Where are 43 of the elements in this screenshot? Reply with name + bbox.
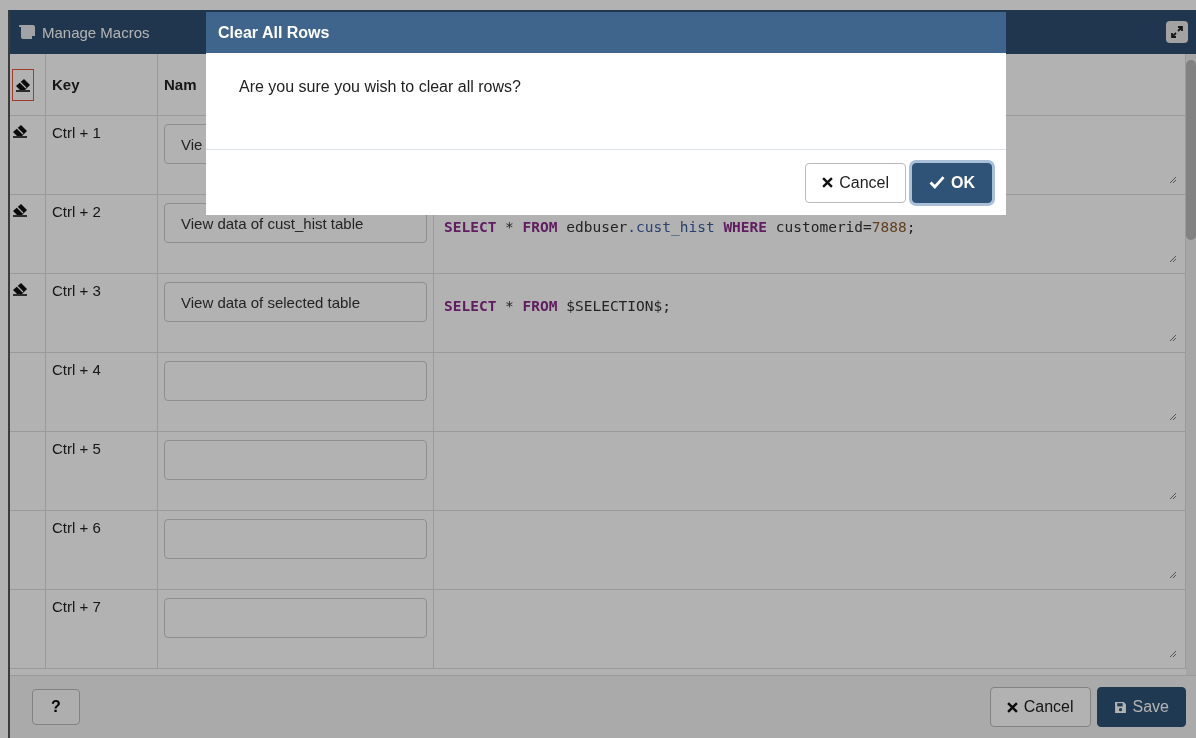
checkmark-icon [929, 176, 945, 189]
name-field[interactable] [164, 598, 427, 638]
key-label: Ctrl + 6 [52, 519, 101, 536]
cancel-button[interactable]: Cancel [989, 687, 1091, 727]
help-button[interactable]: ? [32, 689, 80, 725]
resize-grip-icon[interactable] [1169, 176, 1177, 184]
confirm-message: Are you sure you wish to clear all rows? [239, 78, 521, 95]
cancel-button[interactable]: Cancel [805, 162, 906, 203]
save-button[interactable]: Save [1096, 687, 1186, 727]
eraser-icon[interactable] [12, 124, 28, 138]
key-label: Ctrl + 5 [52, 440, 101, 457]
key-label: Ctrl + 2 [52, 203, 101, 220]
eraser-icon[interactable] [12, 203, 28, 217]
column-header: Nam [164, 76, 197, 93]
key-label: Ctrl + 4 [52, 361, 101, 378]
name-field[interactable] [164, 519, 427, 559]
scroll-icon [18, 24, 36, 40]
resize-grip-icon[interactable] [1169, 413, 1177, 421]
resize-grip-icon[interactable] [1169, 255, 1177, 263]
key-label: Ctrl + 7 [52, 598, 101, 615]
dialog-title: Manage Macros [42, 23, 150, 41]
expand-button[interactable] [1166, 21, 1188, 43]
sql-text: SELECT * FROM $SELECTION$; [444, 298, 672, 314]
ok-button[interactable]: OK [912, 162, 992, 203]
eraser-icon[interactable] [12, 282, 28, 296]
name-field[interactable]: View data of selected table [164, 282, 427, 322]
confirm-title: Clear All Rows [218, 23, 330, 42]
name-field[interactable] [164, 440, 427, 480]
scrollbar-thumb[interactable] [1186, 60, 1196, 240]
resize-grip-icon[interactable] [1169, 492, 1177, 500]
column-header: Key [52, 76, 80, 93]
resize-grip-icon[interactable] [1169, 571, 1177, 579]
key-label: Ctrl + 3 [52, 282, 101, 299]
sql-text: SELECT * FROM edbuser.cust_hist WHERE customerid=7888; [444, 219, 917, 235]
expand-icon [1171, 26, 1183, 38]
resize-grip-icon[interactable] [1169, 650, 1177, 658]
sql-editor[interactable]: SELECT * FROM $SELECTION$; [434, 274, 1186, 353]
resize-grip-icon[interactable] [1169, 334, 1177, 342]
name-field[interactable] [164, 361, 427, 401]
key-label: Ctrl + 1 [52, 124, 101, 141]
close-icon [1006, 701, 1018, 713]
close-icon [822, 177, 834, 188]
eraser-icon[interactable] [12, 68, 34, 101]
